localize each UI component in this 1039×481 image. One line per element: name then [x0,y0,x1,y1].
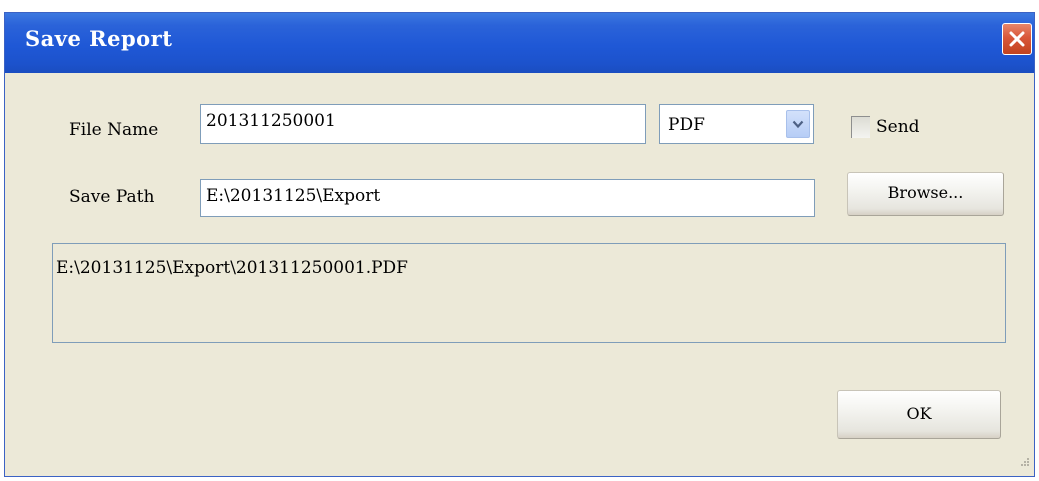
save-report-dialog: Save Report File Name 201311250001 PDF S… [4,12,1035,477]
dialog-title: Save Report [25,26,173,51]
save-path-input[interactable]: E:\20131125\Export [200,179,815,217]
file-name-input[interactable]: 201311250001 [200,104,646,144]
save-path-label: Save Path [69,187,155,207]
resize-grip-icon[interactable] [1020,454,1030,472]
ok-button[interactable]: OK [837,390,1001,439]
browse-button[interactable]: Browse... [847,172,1004,216]
send-checkbox[interactable] [851,116,870,138]
title-bar[interactable]: Save Report [5,13,1034,73]
send-label: Send [876,117,920,137]
full-path-display: E:\20131125\Export\201311250001.PDF [52,243,1006,343]
file-name-label: File Name [69,120,159,140]
format-dropdown-button[interactable] [786,110,810,138]
format-select[interactable]: PDF [659,104,814,144]
close-button[interactable] [1002,23,1032,55]
format-selected-value: PDF [668,115,705,135]
